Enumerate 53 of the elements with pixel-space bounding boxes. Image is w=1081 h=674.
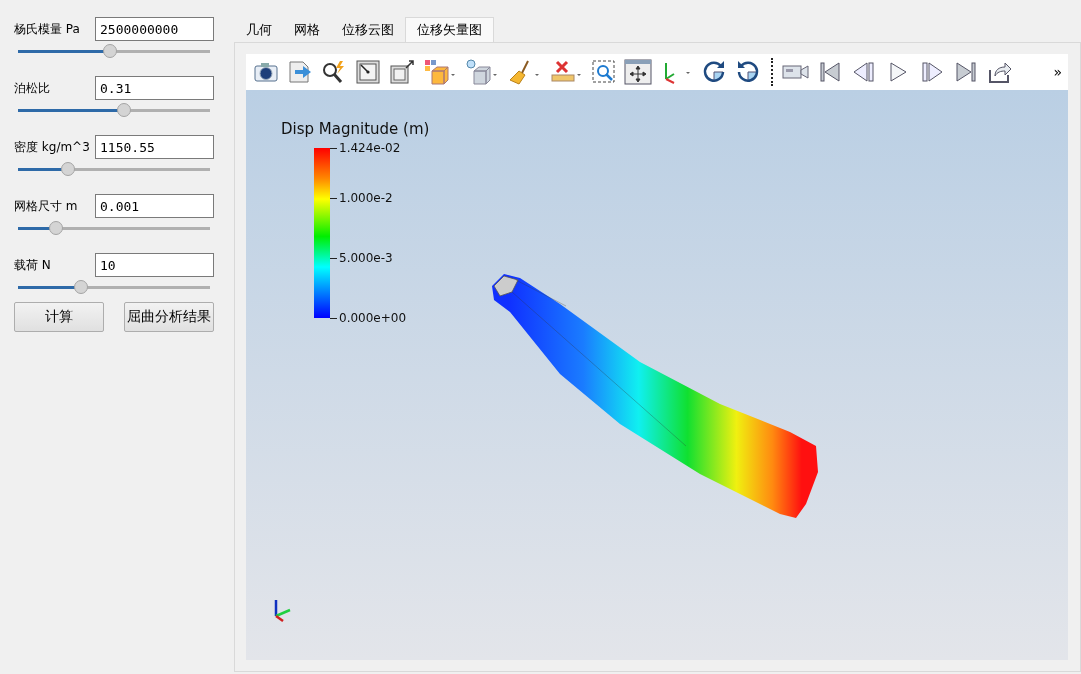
slider-handle[interactable] <box>49 221 64 235</box>
buckling-result-button[interactable]: 屈曲分析结果 <box>124 302 214 332</box>
more-tools-button[interactable]: » <box>1053 64 1062 80</box>
parameter-input[interactable]: 1150.55 <box>95 135 214 159</box>
parameter-label: 杨氏模量 Pa <box>14 20 81 38</box>
tab[interactable]: 位移矢量图 <box>405 17 494 42</box>
legend-label: 0.000e+00 <box>339 311 407 325</box>
light-cube-icon[interactable] <box>466 59 498 85</box>
legend-title: Disp Magnitude (m) <box>281 120 430 138</box>
slider-handle[interactable] <box>74 280 89 294</box>
rotate-counterclockwise-icon[interactable] <box>735 59 761 85</box>
next-frame-icon[interactable] <box>920 61 944 83</box>
parameter-input[interactable]: 0.31 <box>95 76 214 100</box>
slider-handle[interactable] <box>60 162 75 176</box>
legend-tick <box>330 318 337 319</box>
share-icon[interactable] <box>987 60 1013 84</box>
broom-icon[interactable] <box>508 59 540 85</box>
parameter-label: 泊松比 <box>14 79 51 97</box>
zoom-box-icon[interactable] <box>591 59 617 85</box>
rotate-clockwise-icon[interactable] <box>701 59 727 85</box>
slider[interactable] <box>18 44 210 58</box>
reset-view-icon[interactable] <box>355 60 381 84</box>
parameter-label: 载荷 N <box>14 256 52 274</box>
legend-label: 1.000e-2 <box>339 191 393 205</box>
slider[interactable] <box>18 280 210 294</box>
legend-label: 5.000e-3 <box>339 251 393 265</box>
export-icon[interactable] <box>287 60 313 84</box>
calculate-button[interactable]: 计算 <box>14 302 104 332</box>
previous-frame-icon[interactable] <box>852 61 876 83</box>
parameter-input[interactable]: 2500000000 <box>95 17 214 41</box>
parameter-label: 网格尺寸 m <box>14 197 79 215</box>
parameter-label: 密度 kg/m^3 <box>14 138 91 156</box>
cube-icon[interactable] <box>424 59 456 85</box>
parameter-input[interactable]: 0.001 <box>95 194 214 218</box>
pan-icon[interactable] <box>624 59 652 85</box>
slider[interactable] <box>18 221 210 235</box>
tab[interactable]: 位移云图 <box>331 17 405 42</box>
slider-handle[interactable] <box>116 103 131 117</box>
last-frame-icon[interactable] <box>954 61 978 83</box>
legend-tick <box>330 148 337 149</box>
legend-tick <box>330 258 337 259</box>
ruler-icon[interactable] <box>550 59 582 85</box>
legend-tick <box>330 198 337 199</box>
slider[interactable] <box>18 103 210 117</box>
parameter-input[interactable]: 10 <box>95 253 214 277</box>
slider-handle[interactable] <box>103 44 118 58</box>
tab[interactable]: 网格 <box>283 17 331 42</box>
first-frame-icon[interactable] <box>818 61 842 83</box>
tab[interactable]: 几何 <box>235 17 283 42</box>
slider[interactable] <box>18 162 210 176</box>
fit-view-icon[interactable] <box>388 59 416 85</box>
camera-icon[interactable] <box>253 61 279 83</box>
legend-label: 1.424e-02 <box>339 141 401 155</box>
